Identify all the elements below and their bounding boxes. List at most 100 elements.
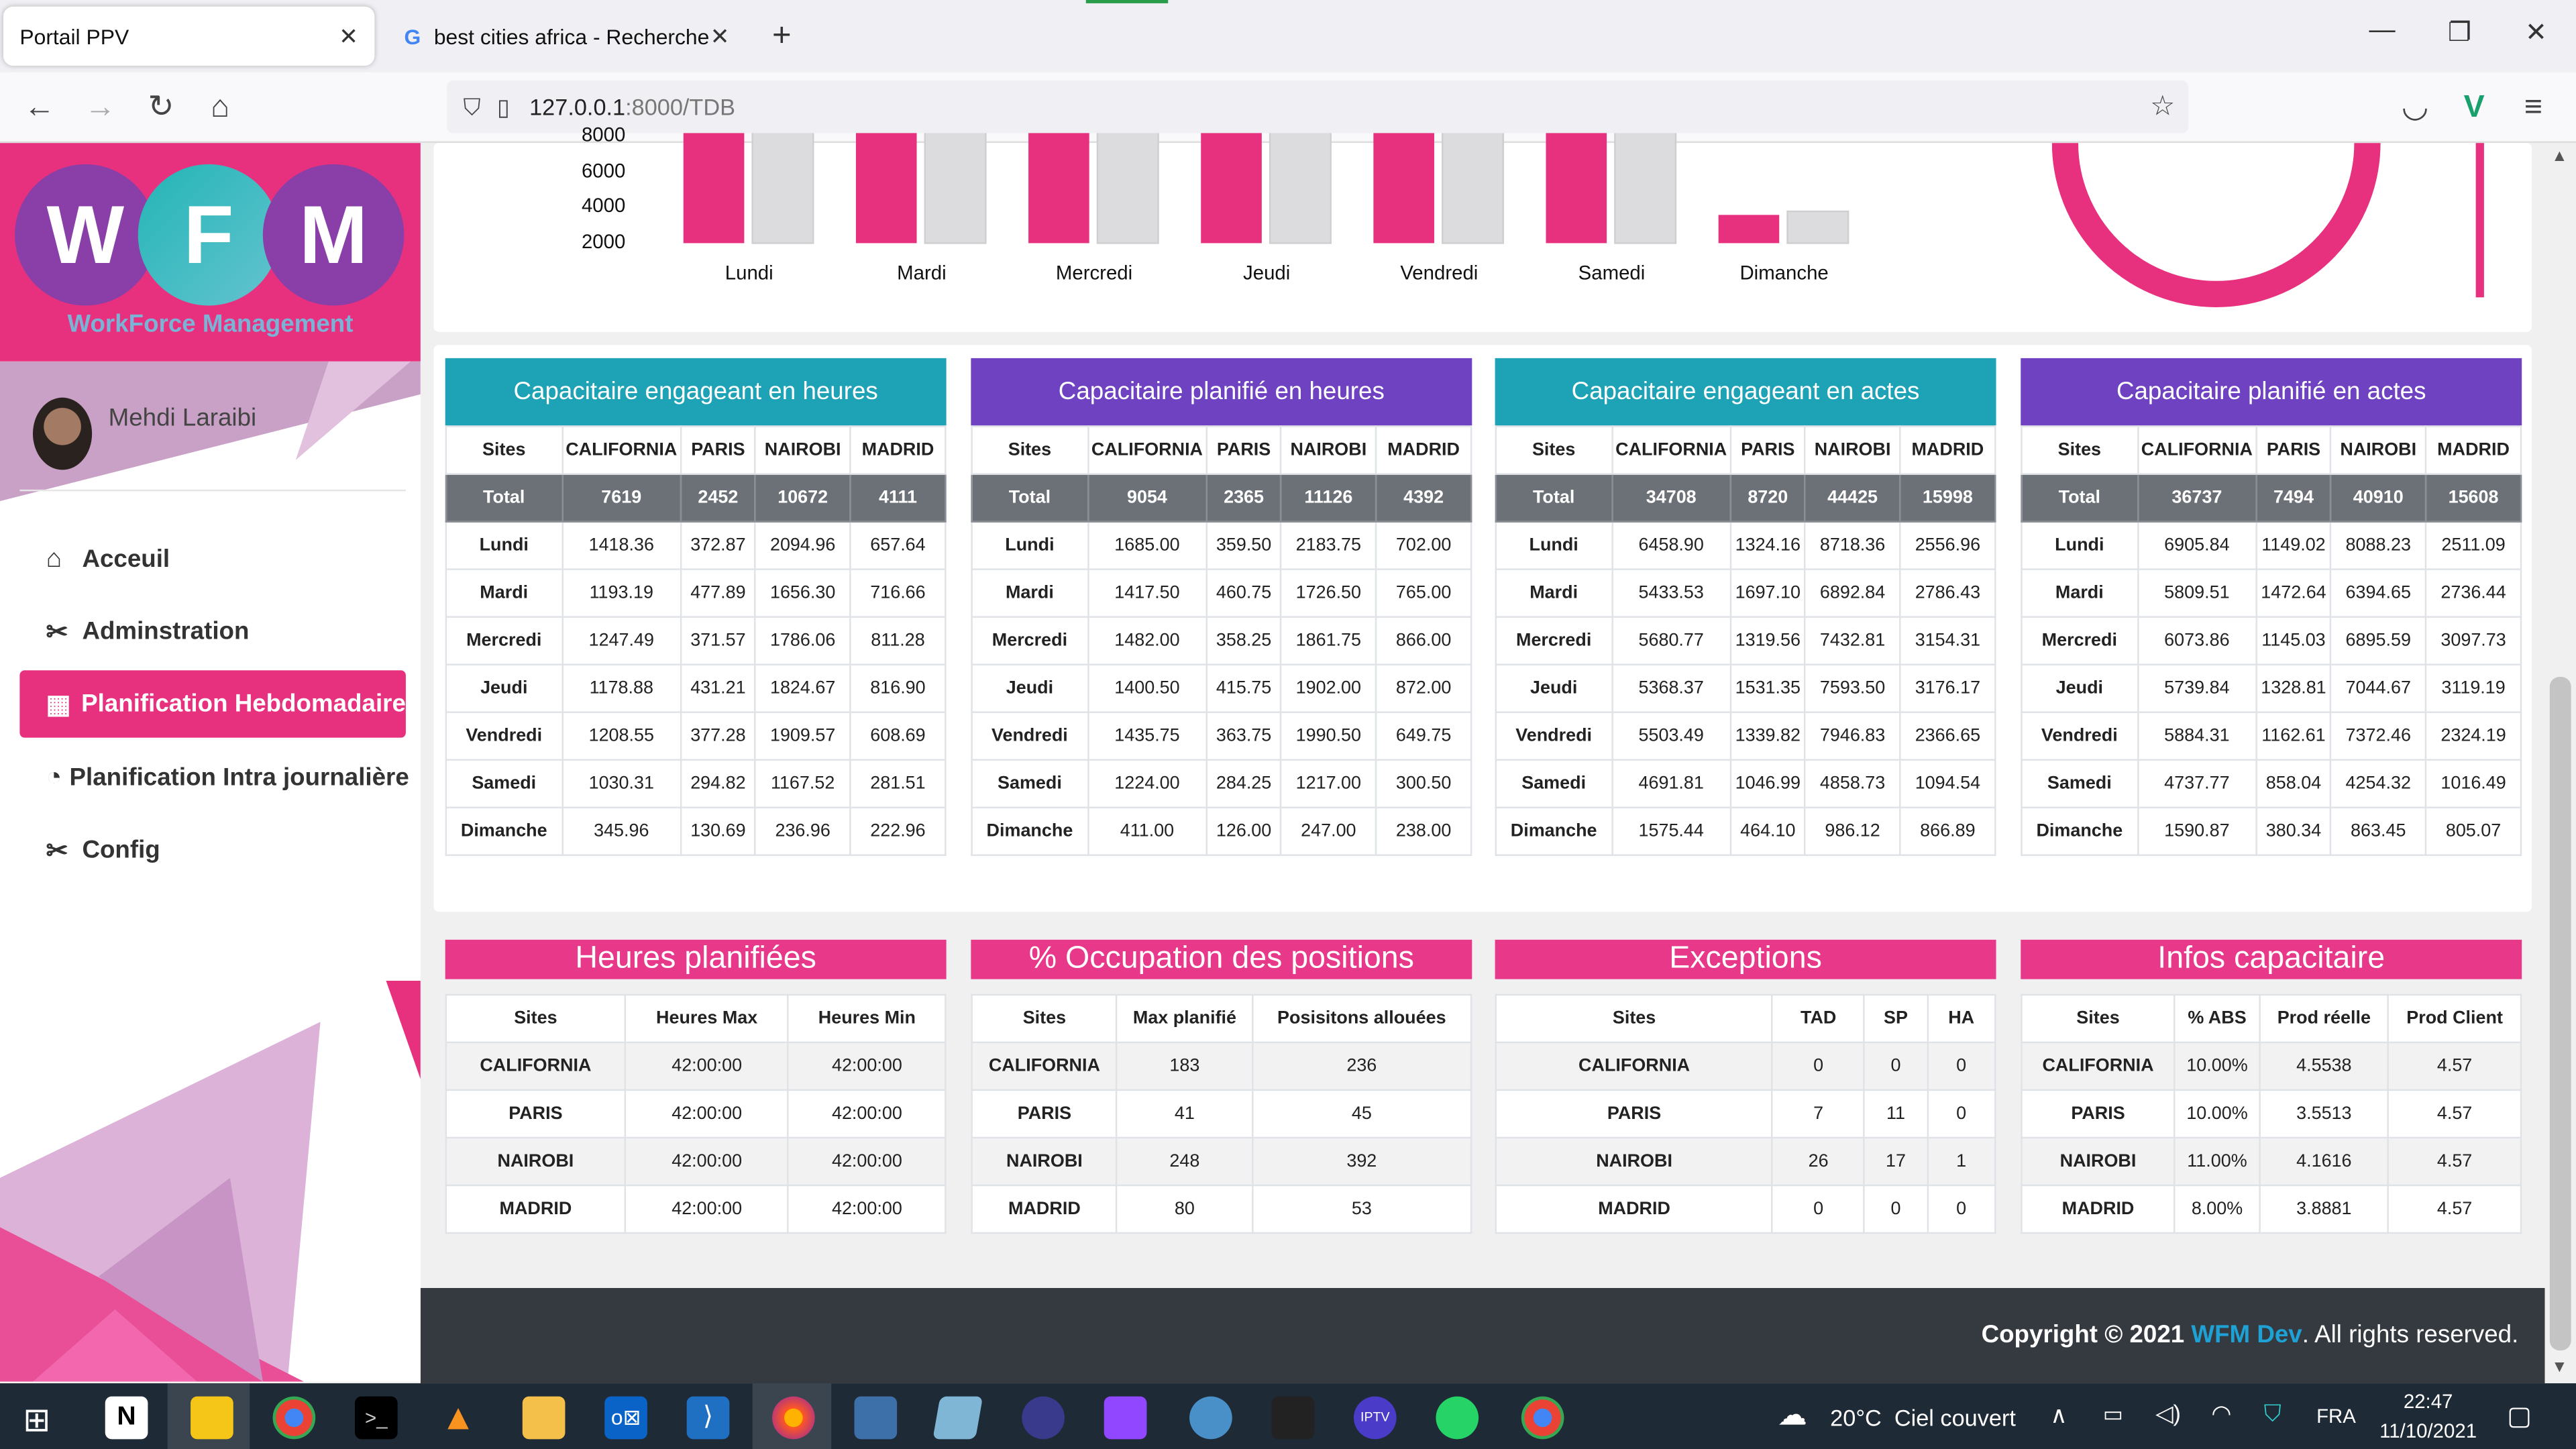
firefox-icon[interactable] [772,1396,815,1440]
column-header[interactable]: PARIS [1729,425,1806,475]
table-cell: 1575.44 [1611,806,1732,856]
table-cell: 1482.00 [1087,616,1208,665]
close-tab-icon[interactable]: ✕ [339,22,358,50]
security-icon[interactable]: ⛉ [2264,1400,2282,1428]
close-window-icon[interactable]: ✕ [2525,16,2547,49]
column-header[interactable]: Sites [2021,425,2139,475]
whatsapp-icon[interactable] [1436,1396,1479,1440]
terminal-icon[interactable]: >_ [354,1396,398,1440]
sticky-notes-icon[interactable] [191,1396,233,1440]
menu-item-planification-hebdomadaire[interactable]: ▦ Planification Hebdomadaire [19,670,406,738]
table-cell: 0 [1926,1041,1996,1091]
scroll-up-icon[interactable]: ▲ [2551,148,2567,166]
column-header[interactable]: Sites [2021,994,2176,1044]
column-header[interactable]: Prod Client [2387,994,2522,1044]
vue-extension-icon[interactable]: V [2455,89,2494,128]
chrome-profile-icon[interactable] [1189,1396,1232,1440]
column-header[interactable]: PARIS [1205,425,1282,475]
menu-item-config[interactable]: ✂ Config [19,816,406,883]
column-header[interactable]: NAIROBI [1804,425,1901,475]
column-header[interactable]: MADRID [2424,425,2522,475]
pocket-icon[interactable]: ◡ [2396,89,2435,128]
column-header[interactable]: Sites [971,425,1089,475]
twitch-icon[interactable] [1104,1396,1147,1440]
column-header[interactable]: Heures Min [788,994,947,1044]
column-header[interactable]: Sites [445,994,627,1044]
chrome-icon[interactable] [272,1396,316,1440]
column-header[interactable]: SP [1863,994,1929,1044]
minimize-icon[interactable]: — [2369,16,2395,46]
column-header[interactable]: PARIS [680,425,757,475]
table-cell: 4.1616 [2259,1136,2390,1187]
outlook-icon[interactable]: o⊠ [604,1396,647,1440]
column-header[interactable]: CALIFORNIA [561,425,682,475]
network-app-icon[interactable] [854,1396,898,1440]
column-header[interactable]: MADRID [1899,425,1996,475]
battery-icon[interactable]: ▭ [2103,1401,2123,1428]
clock-time[interactable]: 22:47 [2379,1390,2477,1413]
bookmark-star-icon[interactable]: ☆ [2150,91,2175,123]
column-header[interactable]: PARIS [2255,425,2332,475]
column-header[interactable]: TAD [1772,994,1866,1044]
column-header[interactable]: Max planifié [1116,994,1253,1044]
browser-tab[interactable]: G best cities africa - Recherche Go ✕ [388,7,746,66]
new-tab-icon[interactable]: + [772,18,792,56]
reload-icon[interactable]: ↻ [142,89,181,128]
app-icon[interactable] [932,1396,983,1440]
scrollbar[interactable]: ▲ ▼ [2544,143,2576,1382]
column-header[interactable]: Sites [971,994,1118,1044]
row-label: CALIFORNIA [1495,1041,1774,1091]
menu-item-planification-intra[interactable]: ◔ Planification Intra journalière [19,744,409,811]
back-icon[interactable]: ← [19,89,59,128]
column-header[interactable]: Heures Max [624,994,790,1044]
file-explorer-icon[interactable] [522,1396,566,1440]
column-header[interactable]: Sites [1495,425,1613,475]
column-header[interactable]: Sites [1495,994,1774,1044]
browser-tab-active[interactable]: Portail PPV ✕ [3,6,375,66]
column-header[interactable]: % ABS [2174,994,2261,1044]
column-header[interactable]: Sites [445,425,563,475]
column-header[interactable]: CALIFORNIA [2136,425,2257,475]
home-icon[interactable]: ⌂ [201,89,240,128]
column-header[interactable]: MADRID [849,425,947,475]
menu-item-adminstration[interactable]: ✂ Adminstration [19,598,406,665]
column-header[interactable]: CALIFORNIA [1087,425,1208,475]
column-header[interactable]: CALIFORNIA [1611,425,1732,475]
table-cell: 866.00 [1375,616,1472,665]
iptv-icon[interactable]: IPTV [1353,1396,1397,1440]
windows-start-icon[interactable]: ⊞ [23,1400,50,1441]
language-indicator[interactable]: FRA [2316,1405,2356,1428]
column-header[interactable]: NAIROBI [2330,425,2427,475]
copyright-suffix: . All rights reserved. [2302,1320,2519,1349]
volume-icon[interactable]: ◁) [2155,1400,2181,1428]
notification-icon[interactable]: ▢ [2507,1400,2532,1433]
column-header[interactable]: MADRID [1375,425,1472,475]
wifi-icon[interactable]: ◠ [2211,1400,2231,1428]
menu-icon[interactable]: ≡ [2514,89,2553,128]
vlc-icon[interactable]: ▲ [440,1397,476,1440]
terminal-dark-icon[interactable] [1271,1396,1315,1440]
url-bar[interactable]: ⛉ ▯ 127.0.0.1:8000/TDB ☆ [447,80,2189,133]
close-tab-icon[interactable]: ✕ [710,22,730,50]
forward-icon[interactable]: → [80,89,120,128]
column-header[interactable]: Posisitons allouées [1251,994,1472,1044]
scroll-down-icon[interactable]: ▼ [2551,1358,2567,1377]
clock-date[interactable]: 11/10/2021 [2371,1419,2485,1442]
column-header[interactable]: Prod réelle [2259,994,2390,1044]
weather-text[interactable]: 20°C Ciel couvert [1830,1405,2016,1431]
copyright-brand-link[interactable]: WFM Dev [2191,1321,2302,1349]
notion-icon[interactable]: N [105,1396,148,1440]
table-title: Exceptions [1495,939,1996,979]
eclipse-icon[interactable] [1022,1396,1065,1440]
tray-chevron-icon[interactable]: ∧ [2050,1401,2067,1430]
menu-item-acceuil[interactable]: ⌂ Acceuil [19,526,406,593]
chrome-icon[interactable] [1521,1396,1564,1440]
browser-nav-bar: ← → ↻ ⌂ ⛉ ▯ 127.0.0.1:8000/TDB ☆ ◡ V ≡ [0,72,2576,144]
column-header[interactable]: NAIROBI [754,425,851,475]
vscode-icon[interactable]: ⟩ [686,1396,730,1440]
row-label: CALIFORNIA [2021,1041,2176,1091]
column-header[interactable]: NAIROBI [1280,425,1377,475]
scroll-thumb[interactable] [2549,676,2571,1351]
column-header[interactable]: HA [1926,994,1996,1044]
restore-icon[interactable]: ❐ [2448,16,2471,49]
